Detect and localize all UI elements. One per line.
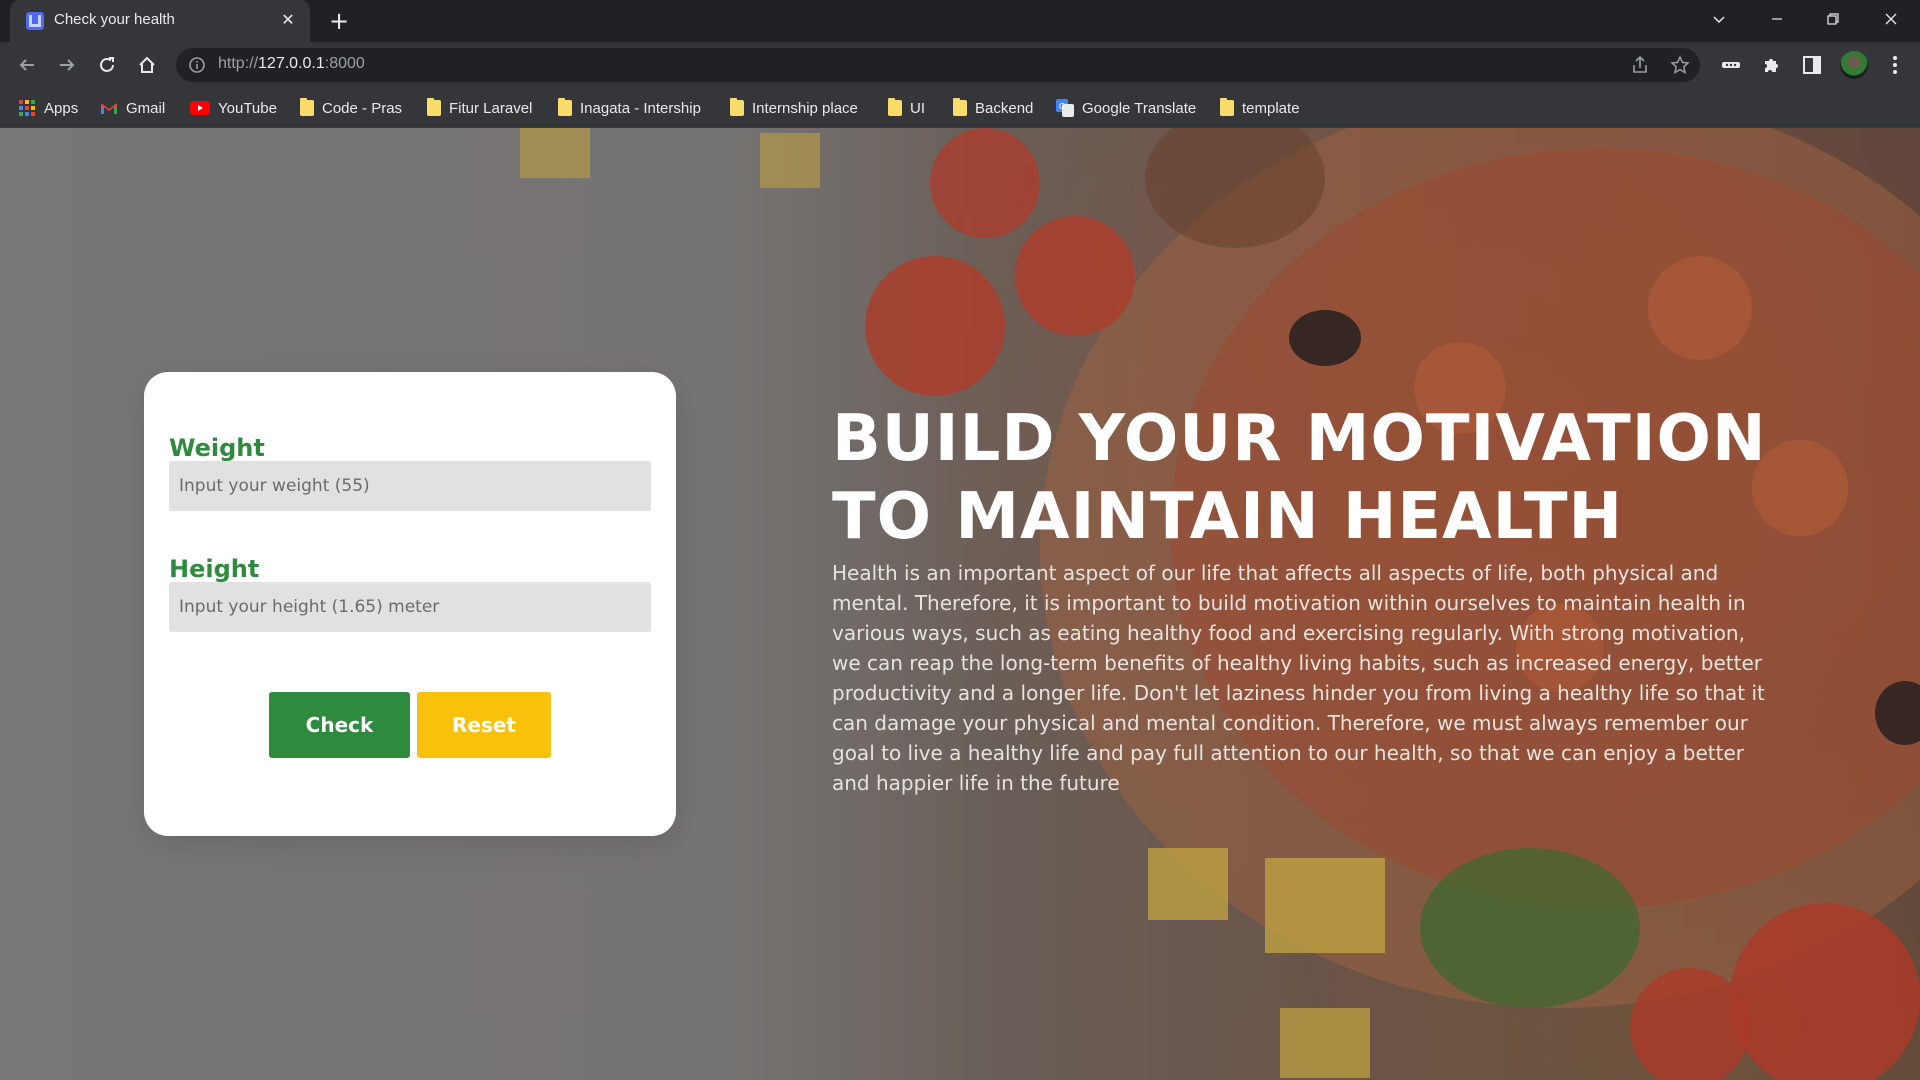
bookmark-label: Google Translate: [1082, 99, 1197, 117]
gmail-icon: [101, 103, 117, 114]
bookmarks-bar: Apps Gmail YouTube Code - Pras Fitur Lar…: [0, 88, 1920, 128]
site-favicon-icon: [26, 12, 44, 30]
hero-title-line: BUILD YOUR MOTIVATION: [832, 402, 1767, 476]
folder-icon: [888, 98, 902, 116]
site-info-icon[interactable]: [188, 56, 206, 74]
tab-search-chevron-icon[interactable]: [1696, 0, 1742, 38]
url-host: 127.0.0.1: [258, 55, 325, 72]
bookmark-label: Inagata - Intership: [580, 99, 701, 117]
weight-input[interactable]: [169, 461, 651, 511]
extension-dots-icon[interactable]: [1720, 54, 1742, 76]
bookmark-label: Backend: [975, 99, 1034, 117]
minimize-window-icon[interactable]: [1754, 0, 1800, 38]
bookmark-inagata-intership[interactable]: Inagata - Intership: [558, 96, 701, 120]
bookmark-label: Code - Pras: [322, 99, 403, 117]
folder-icon: [300, 98, 314, 116]
google-translate-icon: G: [1056, 99, 1074, 117]
extensions-puzzle-icon[interactable]: [1761, 54, 1783, 76]
profile-avatar[interactable]: [1840, 51, 1868, 79]
bookmark-google-translate[interactable]: G Google Translate: [1056, 96, 1196, 120]
back-arrow-icon[interactable]: [12, 50, 42, 80]
bookmark-youtube[interactable]: YouTube: [190, 96, 277, 120]
forward-arrow-icon[interactable]: [52, 50, 82, 80]
bookmark-apps[interactable]: Apps: [18, 96, 78, 120]
browser-toolbar: http://127.0.0.1:8000: [0, 42, 1920, 88]
height-input[interactable]: [169, 582, 651, 632]
svg-text:G: G: [1059, 102, 1065, 111]
hero-description: Health is an important aspect of our lif…: [832, 561, 1765, 795]
bookmark-label: Fitur Laravel: [449, 99, 533, 117]
page-viewport: Weight Height Check Reset BUILD YOUR MOT…: [0, 128, 1920, 1080]
more-options-icon[interactable]: [1884, 54, 1906, 76]
browser-tab-active[interactable]: Check your health ✕: [10, 0, 310, 42]
url-port: :8000: [324, 55, 365, 72]
youtube-icon: [190, 101, 210, 115]
bookmark-star-icon[interactable]: [1670, 55, 1690, 75]
folder-icon: [1220, 98, 1234, 116]
side-panel-icon[interactable]: [1801, 54, 1823, 76]
height-label: Height: [169, 555, 260, 583]
check-button[interactable]: Check: [269, 692, 410, 758]
folder-icon: [730, 98, 744, 116]
bmi-form-card: Weight Height Check Reset: [144, 372, 676, 836]
browser-tab-strip: Check your health ✕ +: [0, 0, 1920, 42]
close-window-icon[interactable]: [1868, 0, 1914, 38]
share-icon[interactable]: [1630, 55, 1650, 75]
url-scheme: http://: [218, 55, 259, 72]
tab-title: Check your health: [54, 11, 175, 28]
bookmark-label: YouTube: [218, 99, 277, 117]
bookmark-template[interactable]: template: [1220, 96, 1300, 120]
bookmark-gmail[interactable]: Gmail: [100, 96, 165, 120]
tab-close-icon[interactable]: ✕: [278, 10, 298, 30]
folder-icon: [953, 98, 967, 116]
address-bar[interactable]: http://127.0.0.1:8000: [176, 48, 1700, 82]
home-icon[interactable]: [132, 50, 162, 80]
new-tab-button[interactable]: +: [326, 8, 352, 34]
reload-icon[interactable]: [92, 50, 122, 80]
apps-grid-icon: [19, 100, 35, 116]
bookmark-code-pras[interactable]: Code - Pras: [300, 96, 402, 120]
bookmark-internship-place[interactable]: Internship place: [730, 96, 858, 120]
hero-title-line: TO MAINTAIN HEALTH: [832, 480, 1624, 554]
bookmark-ui[interactable]: UI: [888, 96, 925, 120]
reset-button[interactable]: Reset: [417, 692, 551, 758]
bookmark-label: Internship place: [752, 99, 858, 117]
hero-title: BUILD YOUR MOTIVATION TO MAINTAIN HEALTH: [832, 400, 1832, 556]
bookmark-label: UI: [910, 99, 925, 117]
bookmark-fitur-laravel[interactable]: Fitur Laravel: [427, 96, 532, 120]
bookmark-backend[interactable]: Backend: [953, 96, 1033, 120]
address-url[interactable]: http://127.0.0.1:8000: [218, 55, 365, 73]
folder-icon: [558, 98, 572, 116]
weight-label: Weight: [169, 434, 265, 462]
restore-window-icon[interactable]: [1810, 0, 1856, 38]
folder-icon: [427, 98, 441, 116]
bookmark-label: Gmail: [126, 99, 166, 117]
bookmark-label: template: [1242, 99, 1300, 117]
bookmark-label: Apps: [44, 99, 79, 117]
